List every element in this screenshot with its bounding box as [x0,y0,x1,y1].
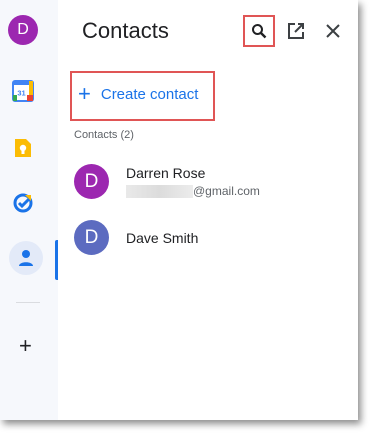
contact-email: @gmail.com [126,184,260,198]
open-in-new-tab-button[interactable] [285,20,307,42]
contacts-icon [19,250,33,266]
svg-text:31: 31 [17,89,25,98]
contact-row[interactable]: D Darren Rose @gmail.com [74,164,260,199]
contacts-side-panel: D 31 + Contacts + Create contact Contact… [0,0,358,420]
create-contact-button[interactable]: + Create contact [78,81,199,106]
contact-name: Dave Smith [126,229,199,246]
search-button[interactable] [243,15,275,47]
tasks-icon[interactable] [10,190,36,216]
panel-title: Contacts [82,18,169,43]
plus-icon: + [78,81,91,106]
account-avatar[interactable]: D [8,15,38,45]
add-icon[interactable]: + [19,335,32,357]
search-icon [252,24,267,39]
close-button[interactable] [322,20,344,42]
contact-name: Darren Rose [126,165,206,181]
calendar-icon[interactable]: 31 [10,78,36,104]
side-rail: D 31 + [0,0,58,420]
create-contact-label: Create contact [100,85,199,103]
avatar: D [74,220,109,255]
avatar: D [74,164,109,199]
contacts-count-label: Contacts (2) [74,129,134,141]
contact-row[interactable]: D Dave Smith [74,220,198,255]
keep-icon[interactable] [10,135,36,161]
redacted-email-part [126,184,193,198]
open-in-new-icon [288,23,304,39]
contacts-rail-button[interactable] [9,241,43,275]
close-icon [326,24,340,38]
rail-divider [16,302,40,303]
active-indicator [55,240,58,280]
